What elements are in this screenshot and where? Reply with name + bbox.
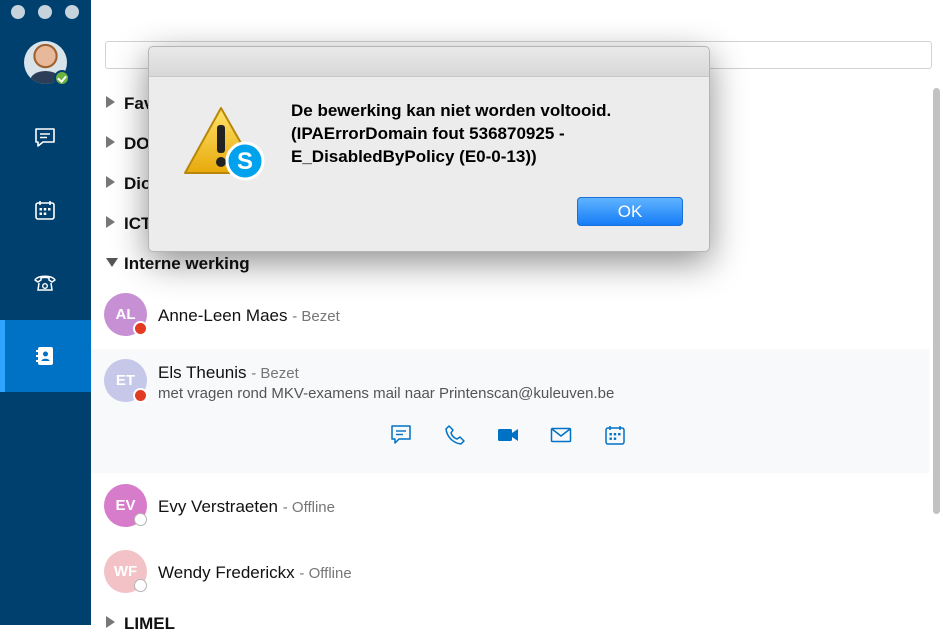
nav-chats[interactable]	[0, 102, 91, 174]
nav-contacts[interactable]	[0, 320, 91, 392]
available-status-icon	[54, 70, 70, 86]
group-favorites[interactable]: Fav	[106, 94, 153, 114]
contact-name: Els Theunis	[158, 363, 247, 382]
group-do[interactable]: DO	[106, 134, 150, 154]
group-limel[interactable]: LIMEL	[106, 614, 175, 634]
nav-meetings[interactable]	[0, 174, 91, 246]
group-interne-werking[interactable]: Interne werking	[106, 254, 250, 274]
error-dialog: S De bewerking kan niet worden voltooid.…	[148, 46, 710, 252]
contact-status: - Offline	[282, 499, 335, 516]
calendar-icon[interactable]	[604, 424, 626, 446]
group-ict[interactable]: ICT	[106, 214, 151, 234]
busy-status-icon	[133, 321, 148, 336]
contact-item[interactable]: Wendy Frederickx - Offline	[158, 563, 352, 583]
contact-status: - Bezet	[292, 308, 340, 325]
calendar-icon	[35, 201, 55, 220]
message-line: De bewerking kan niet worden voltooid.	[291, 101, 612, 120]
ok-button[interactable]: OK	[577, 197, 683, 226]
message-line: E_DisabledByPolicy (E0-0-13))	[291, 147, 537, 166]
busy-status-icon	[133, 388, 148, 403]
offline-status-icon	[134, 579, 147, 592]
email-icon[interactable]	[550, 424, 572, 446]
message-line: (IPAErrorDomain fout 536870925 -	[291, 124, 565, 143]
dialog-message: De bewerking kan niet worden voltooid. (…	[291, 99, 651, 168]
window-minimize-button[interactable]	[38, 5, 52, 19]
window-close-button[interactable]	[11, 5, 25, 19]
call-icon[interactable]	[444, 424, 466, 446]
contact-name: Anne-Leen Maes	[158, 306, 288, 325]
video-icon[interactable]	[497, 424, 519, 446]
contact-note: met vragen rond MKV-examens mail naar Pr…	[158, 385, 615, 402]
group-label: LIMEL	[124, 614, 175, 633]
app-sidebar	[0, 0, 91, 625]
dialog-titlebar	[149, 47, 709, 77]
phone-icon	[34, 275, 56, 291]
contact-name: Evy Verstraeten	[158, 497, 279, 516]
chevron-right-icon	[106, 176, 115, 188]
warning-skype-icon: S	[184, 107, 265, 181]
chat-icon[interactable]	[390, 424, 412, 446]
contact-item[interactable]: Evy Verstraeten - Offline	[158, 497, 335, 517]
svg-text:S: S	[237, 148, 253, 175]
scrollbar[interactable]	[933, 88, 940, 514]
chat-icon	[35, 128, 55, 147]
contact-status: - Bezet	[251, 365, 299, 382]
contact-item[interactable]: Anne-Leen Maes - Bezet	[158, 306, 340, 326]
group-label: Interne werking	[124, 254, 250, 273]
contacts-icon	[36, 347, 53, 365]
chevron-right-icon	[106, 96, 115, 108]
window-zoom-button[interactable]	[65, 5, 79, 19]
chevron-right-icon	[106, 616, 115, 628]
offline-status-icon	[134, 513, 147, 526]
group-dio[interactable]: Dio	[106, 174, 151, 194]
contact-name: Wendy Frederickx	[158, 563, 295, 582]
contact-status: - Offline	[299, 565, 352, 582]
chevron-right-icon	[106, 136, 115, 148]
nav-calls[interactable]	[0, 246, 91, 318]
group-label: DO	[124, 134, 150, 153]
chevron-down-icon	[106, 258, 118, 267]
chevron-right-icon	[106, 216, 115, 228]
contact-item[interactable]: Els Theunis - Bezet	[158, 363, 299, 383]
